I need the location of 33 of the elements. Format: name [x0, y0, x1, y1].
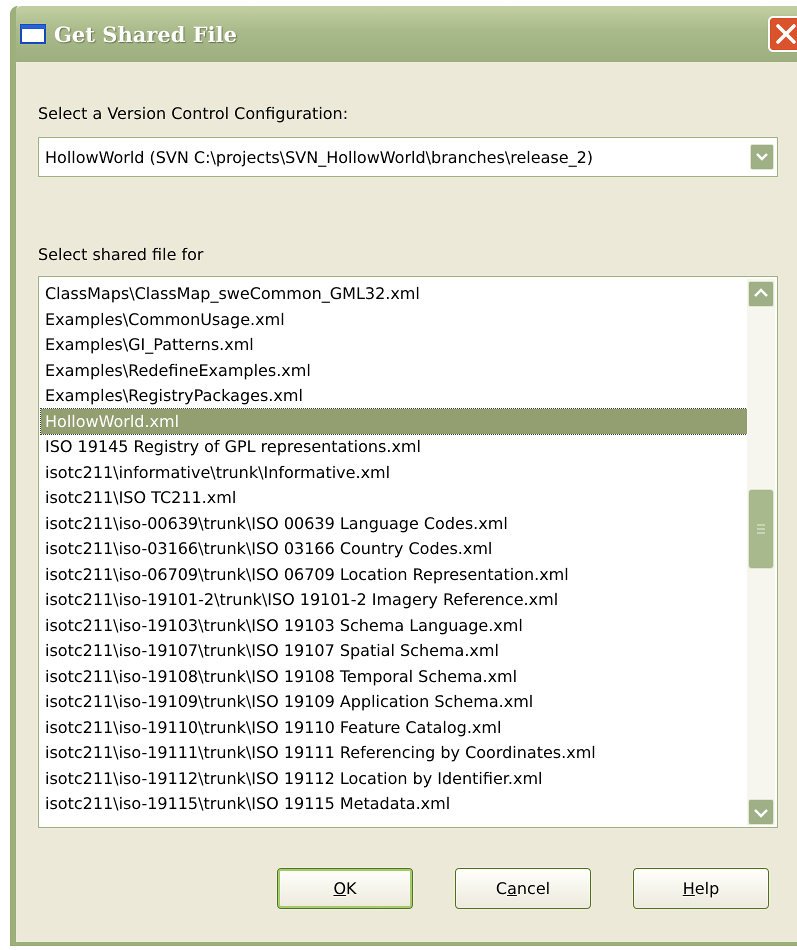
file-list-item[interactable]: isotc211\iso-06709\trunk\ISO 06709 Location Representation.xml — [41, 562, 747, 587]
file-list-item[interactable]: isotc211\iso-19101-2\trunk\ISO 19101-2 Imagery Reference.xml — [41, 587, 747, 612]
window-icon — [20, 24, 46, 44]
configuration-dropdown[interactable]: HollowWorld (SVN C:\projects\SVN_HollowWorld\branches\release_2) — [38, 137, 778, 177]
shared-file-label: Select shared file for — [38, 245, 204, 264]
scroll-up-button[interactable] — [748, 281, 774, 307]
file-list-item[interactable]: ISO 19145 Registry of GPL representations.xml — [41, 434, 747, 460]
file-list-item[interactable]: Examples\RedefineExamples.xml — [41, 358, 747, 383]
file-list-item[interactable]: isotc211\iso-03166\trunk\ISO 03166 Country Codes.xml — [41, 536, 747, 562]
file-list-item[interactable]: ClassMaps\ClassMap_sweCommon_GML32.xml — [41, 281, 747, 306]
close-button[interactable] — [768, 16, 797, 52]
file-list-item[interactable]: isotc211\iso-19109\trunk\ISO 19109 Application Schema.xml — [41, 689, 747, 714]
file-list-item[interactable]: isotc211\iso-00639\trunk\ISO 00639 Language Codes.xml — [41, 510, 747, 536]
dialog-button[interactable]: OK — [277, 868, 413, 909]
scrollbar[interactable] — [747, 279, 775, 825]
window-title: Get Shared File — [54, 22, 237, 46]
file-list-item[interactable]: Examples\GI_Patterns.xml — [41, 332, 747, 358]
file-list-item[interactable]: isotc211\iso-19115\trunk\ISO 19115 Metadata.xml — [41, 791, 747, 816]
file-list-item[interactable]: isotc211\informative\trunk\Informative.xml — [41, 460, 747, 485]
dialog-button[interactable]: Help — [633, 868, 769, 909]
file-list-item[interactable]: isotc211\iso-19107\trunk\ISO 19107 Spatial Schema.xml — [41, 638, 747, 664]
file-list-item[interactable]: isotc211\iso-19110\trunk\ISO 19110 Feature Catalog.xml — [41, 714, 747, 740]
file-list-item[interactable]: isotc211\iso-19111\trunk\ISO 19111 Referencing by Coordinates.xml — [41, 740, 747, 766]
file-list-item[interactable]: isotc211\iso-19108\trunk\ISO 19108 Temporal Schema.xml — [41, 664, 747, 689]
dialog-button[interactable]: Cancel — [455, 868, 591, 909]
file-list-item[interactable]: Examples\RegistryPackages.xml — [41, 383, 747, 408]
scroll-thumb[interactable] — [748, 489, 774, 569]
file-list-item[interactable]: isotc211\ISO TC211.xml — [41, 485, 747, 510]
file-list-item[interactable]: isotc211\iso-19103\trunk\ISO 19103 Schema Language.xml — [41, 612, 747, 638]
scroll-down-button[interactable] — [748, 799, 774, 825]
file-list-item[interactable]: isotc211\iso-19112\trunk\ISO 19112 Location by Identifier.xml — [41, 766, 747, 791]
file-list-item[interactable]: Examples\CommonUsage.xml — [41, 306, 747, 332]
configuration-label: Select a Version Control Configuration: — [38, 104, 350, 123]
